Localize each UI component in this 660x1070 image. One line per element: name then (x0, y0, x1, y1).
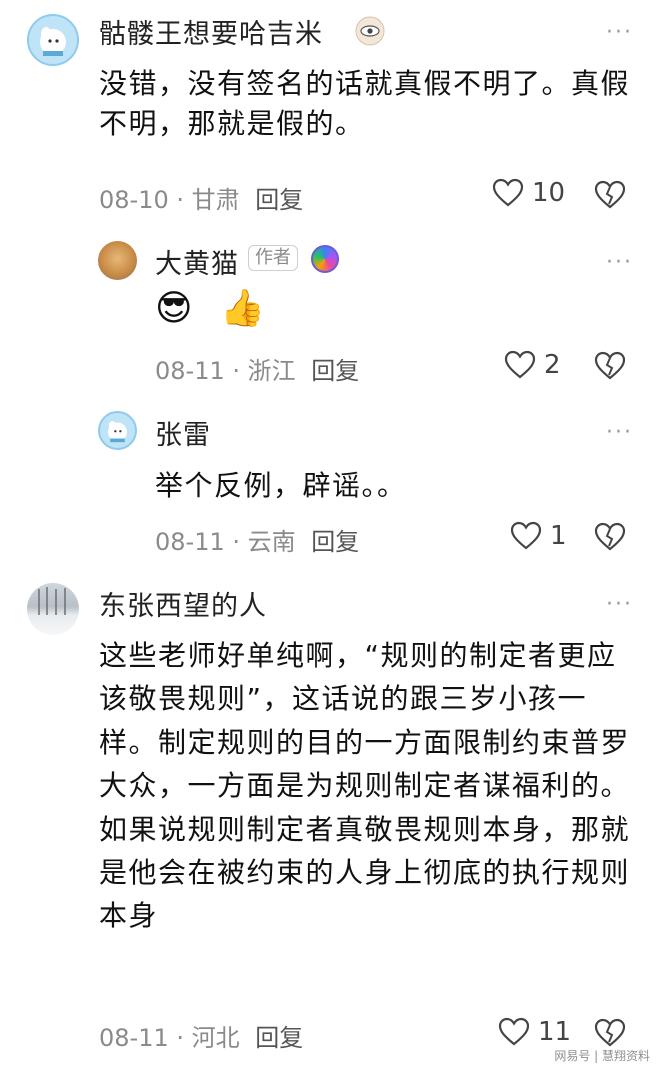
comment-location: 河北 (191, 1024, 240, 1052)
comment-meta: 08-10 · 甘肃 回复 (99, 186, 304, 214)
avatar[interactable] (98, 411, 137, 450)
comment-text: 😎 👍 (155, 288, 273, 329)
reply-button[interactable]: 回复 (255, 186, 303, 214)
comment-date: 08-11 (155, 357, 225, 385)
like-count: 2 (544, 350, 561, 380)
heart-icon (504, 350, 536, 379)
username[interactable]: 大黄猫 (155, 242, 239, 281)
more-options-icon[interactable]: ··· (606, 250, 633, 275)
dog-avatar-icon (108, 421, 127, 443)
like-count: 11 (538, 1017, 572, 1047)
like-count: 10 (532, 178, 566, 208)
comment-location: 甘肃 (191, 186, 240, 214)
author-tag: 作者 (248, 245, 298, 271)
like-button[interactable]: 11 (498, 1017, 571, 1047)
like-count: 1 (550, 521, 567, 551)
avatar[interactable] (27, 14, 79, 66)
more-options-icon[interactable]: ··· (606, 20, 633, 45)
dislike-broken-heart-icon[interactable] (594, 522, 626, 552)
eye-badge-icon (355, 16, 385, 46)
reply-button[interactable]: 回复 (255, 1024, 303, 1052)
like-button[interactable]: 10 (492, 178, 565, 208)
watermark: 网易号 | 慧翔资料 (554, 1049, 650, 1063)
heart-icon (492, 178, 524, 207)
snow-forest-avatar-icon (38, 587, 66, 615)
username[interactable]: 张雷 (155, 413, 211, 452)
heart-icon (510, 521, 542, 550)
username[interactable]: 骷髅王想要哈吉米 (99, 12, 323, 51)
more-options-icon[interactable]: ··· (606, 420, 633, 445)
heart-icon (498, 1017, 530, 1046)
avatar[interactable] (27, 583, 79, 635)
avatar[interactable] (98, 241, 137, 280)
like-button[interactable]: 2 (504, 350, 561, 380)
reply-button[interactable]: 回复 (311, 528, 359, 556)
dislike-broken-heart-icon[interactable] (594, 351, 626, 381)
comment-location: 云南 (247, 528, 296, 556)
comment-meta: 08-11 · 浙江 回复 (155, 357, 360, 385)
username[interactable]: 东张西望的人 (99, 584, 267, 623)
comment-text: 这些老师好单纯啊，“规则的制定者更应该敬畏规则”，这话说的跟三岁小孩一样。制定规… (99, 639, 631, 933)
dog-avatar-icon (40, 27, 66, 56)
comment-date: 08-11 (99, 1024, 169, 1052)
comment-text: 举个反例，辟谣。。 (155, 469, 407, 502)
dislike-broken-heart-icon[interactable] (594, 1018, 626, 1048)
dislike-broken-heart-icon[interactable] (594, 180, 626, 210)
comment-date: 08-11 (155, 528, 225, 556)
achievement-badge-icon (311, 245, 339, 273)
comment-date: 08-10 (99, 186, 169, 214)
comment-text: 没错，没有签名的话就真假不明了。真假不明，那就是假的。 (99, 67, 631, 140)
comment-meta: 08-11 · 云南 回复 (155, 528, 360, 556)
comment-location: 浙江 (247, 357, 296, 385)
like-button[interactable]: 1 (510, 521, 567, 551)
more-options-icon[interactable]: ··· (606, 592, 633, 617)
comment-meta: 08-11 · 河北 回复 (99, 1024, 304, 1052)
reply-button[interactable]: 回复 (311, 357, 359, 385)
